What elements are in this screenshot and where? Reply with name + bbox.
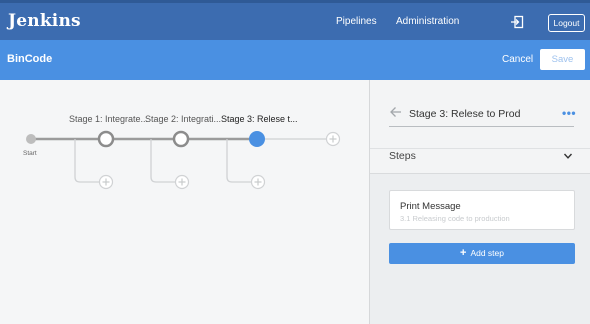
branch-line <box>150 139 175 183</box>
branch-line <box>226 139 251 183</box>
add-stage-icon[interactable] <box>325 131 341 147</box>
stage-1-node[interactable] <box>97 130 115 148</box>
step-description: 3.1 Releasing code to production <box>400 214 510 223</box>
step-card[interactable]: Print Message 3.1 Releasing code to prod… <box>389 190 575 230</box>
exit-icon[interactable] <box>510 15 524 29</box>
cancel-button[interactable]: Cancel <box>502 54 533 65</box>
add-parallel-icon[interactable] <box>98 174 114 190</box>
pipeline-header: BinCode Cancel Save <box>0 40 590 80</box>
add-step-label: Add step <box>470 248 504 258</box>
stage-3-node[interactable] <box>249 131 265 147</box>
start-node <box>26 134 36 144</box>
stage-1-label[interactable]: Stage 1: Integrate... <box>69 114 148 124</box>
stage-name-input[interactable]: Stage 3: Relese to Prod <box>409 108 521 120</box>
back-arrow-icon[interactable] <box>390 106 402 118</box>
top-nav-bar: Jenkins Pipelines Administration Logout <box>0 0 590 40</box>
stage-2-node[interactable] <box>172 130 190 148</box>
steps-label: Steps <box>389 150 416 162</box>
stage-editor-panel: Stage 3: Relese to Prod ••• Steps Print … <box>369 80 590 324</box>
nav-pipelines-link[interactable]: Pipelines <box>336 16 377 27</box>
stage-3-label[interactable]: Stage 3: Relese t... <box>221 114 298 124</box>
jenkins-logo[interactable]: Jenkins <box>8 11 81 31</box>
add-parallel-icon[interactable] <box>250 174 266 190</box>
add-step-button[interactable]: + Add step <box>389 243 575 264</box>
add-parallel-icon[interactable] <box>174 174 190 190</box>
chevron-down-icon[interactable] <box>563 151 573 161</box>
pipeline-title: BinCode <box>7 53 53 65</box>
step-name: Print Message <box>400 201 461 212</box>
save-button[interactable]: Save <box>540 49 585 70</box>
branch-line <box>74 139 99 183</box>
plus-icon: + <box>460 247 467 259</box>
logout-button[interactable]: Logout <box>548 14 585 32</box>
stage-2-label[interactable]: Stage 2: Integrati... <box>145 114 221 124</box>
more-options-icon[interactable]: ••• <box>562 106 576 120</box>
input-underline <box>389 126 574 127</box>
pipeline-canvas: Stage 1: Integrate... Stage 2: Integrati… <box>0 80 369 324</box>
start-label: Start <box>23 150 37 157</box>
nav-administration-link[interactable]: Administration <box>396 16 459 27</box>
